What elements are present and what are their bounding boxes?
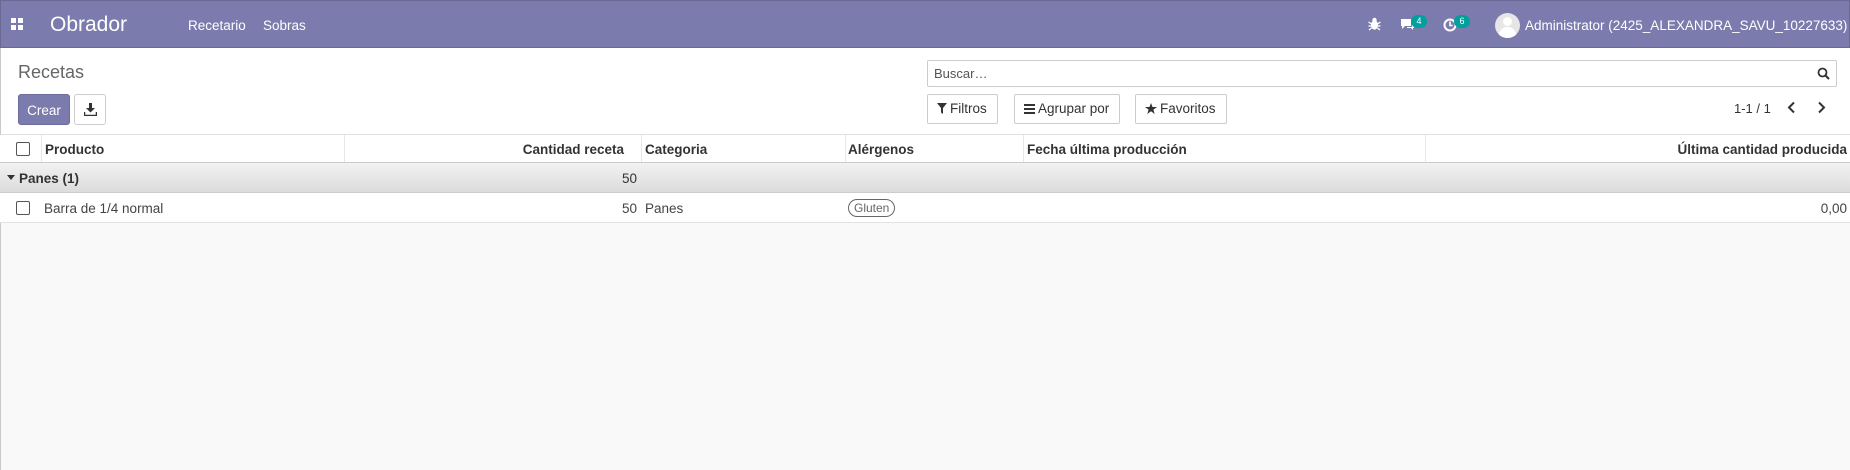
download-button[interactable] xyxy=(74,94,106,125)
search-icon[interactable] xyxy=(1817,67,1830,83)
column-header-producto[interactable]: Producto xyxy=(45,142,104,157)
group-by-label: Agrupar por xyxy=(1038,101,1110,116)
column-header-categoria[interactable]: Categoria xyxy=(645,142,707,157)
allergen-tag: Gluten xyxy=(848,199,896,217)
search-input[interactable] xyxy=(934,61,1804,86)
menu-item-sobras[interactable]: Sobras xyxy=(263,18,306,33)
column-header-cantidad-receta[interactable]: Cantidad receta xyxy=(523,142,624,157)
user-menu[interactable]: Administrator (2425_ALEXANDRA_SAVU_10227… xyxy=(1525,18,1847,33)
table-row[interactable]: Barra de 1/4 normal 50 Panes Gluten 0,00 xyxy=(0,193,1850,223)
pager-next-button[interactable] xyxy=(1817,101,1831,117)
app-brand[interactable]: Obrador xyxy=(50,13,127,37)
favorites-label: Favoritos xyxy=(1160,101,1216,116)
column-separator xyxy=(1425,135,1426,162)
filter-icon xyxy=(937,103,947,114)
column-separator xyxy=(641,135,642,162)
column-separator xyxy=(1023,135,1024,162)
cell-ultima-cantidad-producida: 0,00 xyxy=(1820,201,1847,216)
column-separator xyxy=(344,135,345,162)
control-panel: Recetas Crear Filtros Agrupar por Fa xyxy=(0,48,1850,135)
cell-categoria: Panes xyxy=(645,201,684,216)
chevron-right-icon xyxy=(1818,101,1826,114)
menu-item-recetario[interactable]: Recetario xyxy=(188,18,246,33)
column-separator xyxy=(41,135,42,162)
group-row-panes[interactable]: Panes (1) 50 xyxy=(0,163,1850,193)
group-by-button[interactable]: Agrupar por xyxy=(1014,94,1121,124)
favorites-button[interactable]: Favoritos xyxy=(1135,94,1227,124)
cell-cantidad-receta: 50 xyxy=(621,201,637,216)
caret-down-icon xyxy=(7,175,15,180)
create-button[interactable]: Crear xyxy=(18,94,70,125)
user-avatar[interactable] xyxy=(1495,13,1520,38)
table-header: Producto Cantidad receta Categoria Alérg… xyxy=(0,135,1850,163)
apps-grid-icon[interactable] xyxy=(11,18,25,32)
pager-previous-button[interactable] xyxy=(1787,101,1801,117)
messages-count-badge: 4 xyxy=(1411,15,1427,28)
cell-producto: Barra de 1/4 normal xyxy=(44,201,164,216)
bug-icon[interactable] xyxy=(1368,17,1381,34)
select-all-checkbox[interactable] xyxy=(16,142,30,156)
download-icon xyxy=(84,103,97,116)
pager-value[interactable]: 1-1 / 1 xyxy=(1734,101,1771,116)
activities-count-badge: 6 xyxy=(1454,15,1470,28)
column-header-alergenos[interactable]: Alérgenos xyxy=(848,142,914,157)
row-checkbox[interactable] xyxy=(16,201,30,215)
column-header-fecha-ultima-produccion[interactable]: Fecha última producción xyxy=(1027,142,1187,157)
chevron-left-icon xyxy=(1787,101,1795,114)
filters-label: Filtros xyxy=(950,101,987,116)
column-header-ultima-cantidad-producida[interactable]: Última cantidad producida xyxy=(1677,142,1847,157)
search-bar xyxy=(927,60,1837,87)
filters-button[interactable]: Filtros xyxy=(927,94,998,124)
group-total-cantidad: 50 xyxy=(621,171,637,186)
column-separator xyxy=(845,135,846,162)
group-label: Panes (1) xyxy=(19,171,80,186)
star-icon xyxy=(1145,103,1157,114)
breadcrumb: Recetas xyxy=(18,62,85,82)
top-navbar: Obrador Recetario Sobras 4 6 Administrat… xyxy=(0,0,1850,48)
list-icon xyxy=(1024,104,1035,114)
